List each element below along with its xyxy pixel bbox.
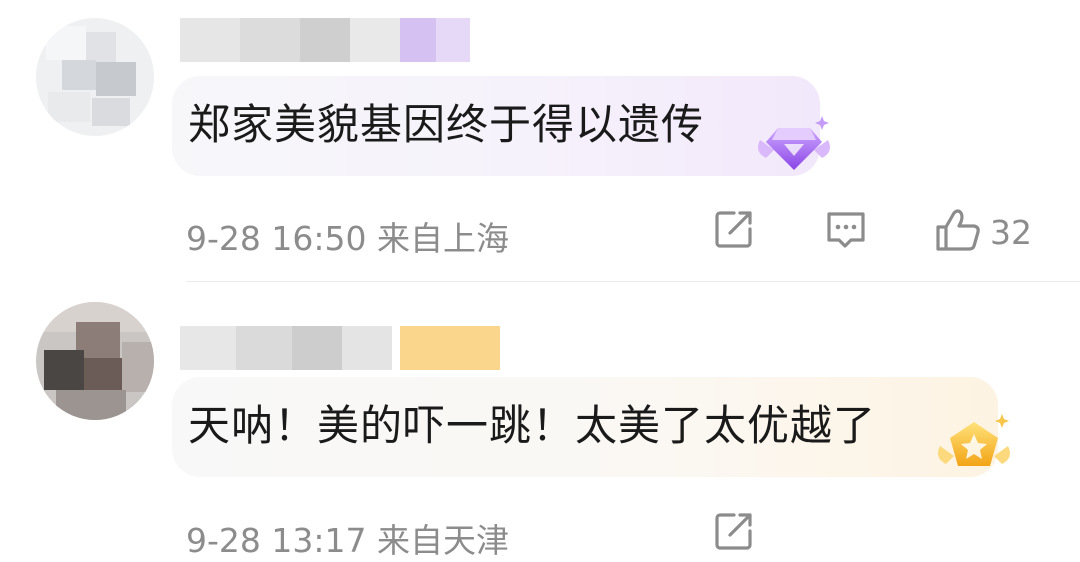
username[interactable]: [180, 326, 500, 370]
comment-item: 郑家美貌基因终于得以遗传 9-28 16:50 来自上海 32: [0, 0, 1080, 282]
comment-icon[interactable]: [824, 207, 868, 253]
share-icon[interactable]: [712, 509, 756, 555]
comment-location: 来自天津: [377, 521, 509, 560]
comment-text[interactable]: 天呐！美的吓一跳！太美了太优越了: [188, 399, 876, 453]
comment-item: 天呐！美的吓一跳！太美了太优越了 9-28 13:17 来自天津: [0, 282, 1080, 560]
comment-time: 9-28 13:17: [186, 521, 367, 560]
thumbs-up-icon: [936, 209, 980, 251]
purple-diamond-badge-icon: [752, 110, 836, 180]
comment-time: 9-28 16:50: [186, 219, 367, 258]
share-icon[interactable]: [712, 207, 756, 253]
like-button[interactable]: 32: [934, 207, 1040, 253]
comment-bubble: 天呐！美的吓一跳！太美了太优越了: [172, 377, 998, 477]
username[interactable]: [180, 18, 470, 62]
comment-text[interactable]: 郑家美貌基因终于得以遗传: [188, 98, 704, 152]
comment-location: 来自上海: [377, 219, 509, 258]
avatar[interactable]: [36, 302, 154, 420]
comment-meta: 9-28 13:17 来自天津: [186, 514, 509, 562]
avatar[interactable]: [36, 18, 154, 136]
comment-meta: 9-28 16:50 来自上海: [186, 212, 509, 260]
comment-bubble: 郑家美貌基因终于得以遗传: [172, 76, 820, 176]
like-count: 32: [990, 213, 1032, 252]
gold-star-badge-icon: [932, 412, 1016, 482]
